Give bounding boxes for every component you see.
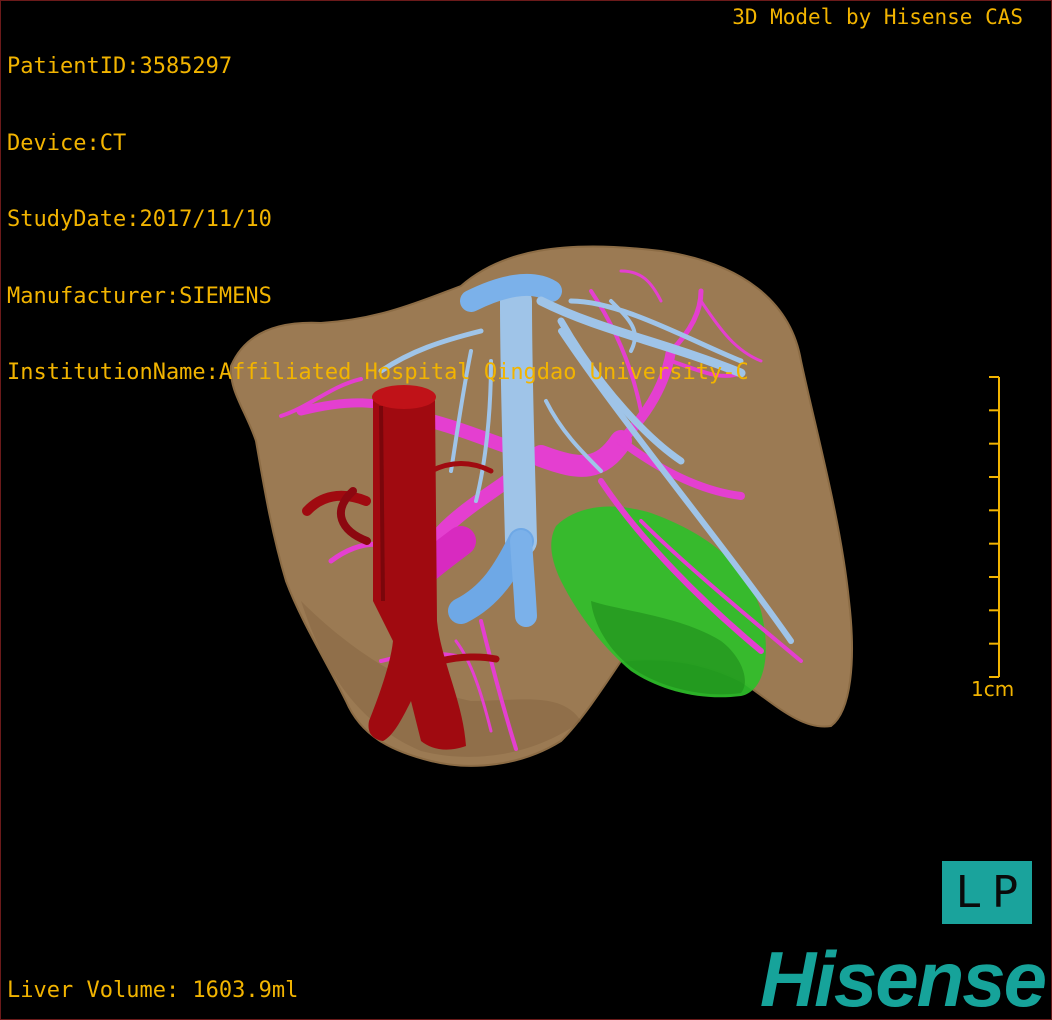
manufacturer: Manufacturer:SIEMENS	[7, 283, 272, 309]
scale-bar-label: 1cm	[971, 677, 1015, 701]
orientation-left: L	[955, 867, 983, 918]
institution-name: InstitutionName:Affiliated Hospital Qing…	[7, 360, 749, 385]
orientation-right: P	[992, 867, 1019, 918]
model-credit: 3D Model by Hisense CAS	[732, 5, 1023, 29]
device: Device:CT	[7, 130, 127, 156]
liver-volume: Liver Volume: 1603.9ml	[7, 978, 299, 1003]
study-date: StudyDate:2017/11/10	[7, 207, 272, 232]
scale-bar	[989, 376, 1000, 678]
dicom-overlay: PatientID:3585297 Device:CT StudyDate:20…	[7, 3, 749, 437]
render-viewport[interactable]: PatientID:3585297 Device:CT StudyDate:20…	[0, 0, 1052, 1020]
patient-id: PatientID:3585297	[7, 54, 233, 79]
hisense-logo: Hisense	[759, 935, 1047, 1020]
orientation-marker[interactable]: L P	[942, 861, 1032, 924]
